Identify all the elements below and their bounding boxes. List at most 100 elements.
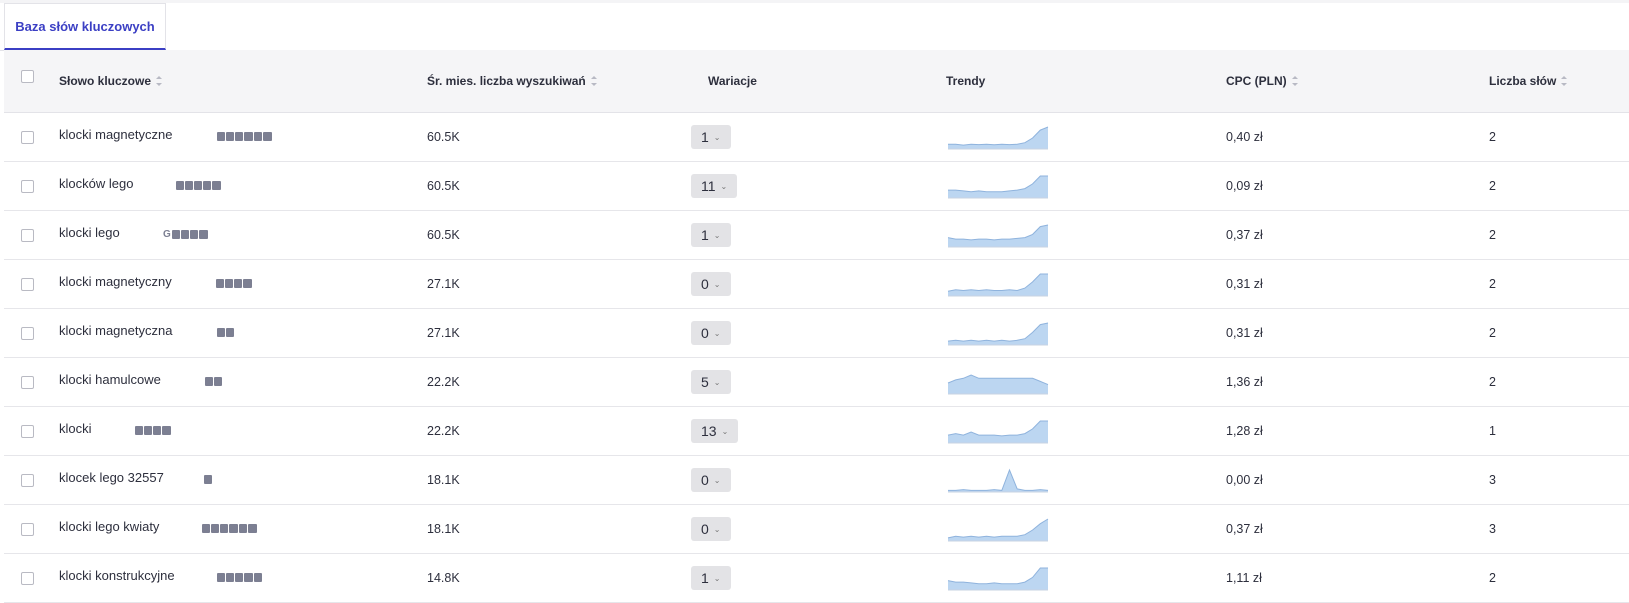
keyword-text[interactable]: klocki magnetyczny xyxy=(59,257,172,305)
variations-count: 0 xyxy=(701,521,709,537)
word-count-value: 1 xyxy=(1489,424,1496,438)
keyword-text[interactable]: klocek lego 32557 xyxy=(59,453,164,501)
table-row: klocki magnetyczny 27.1K 0 ⌄ 0,31 zł 2 xyxy=(4,260,1629,309)
chevron-down-icon: ⌄ xyxy=(721,426,729,436)
chevron-down-icon: ⌄ xyxy=(713,573,721,583)
cpc-value: 1,28 zł xyxy=(1226,424,1263,438)
volume-value: 27.1K xyxy=(427,326,460,340)
row-checkbox[interactable] xyxy=(21,327,34,340)
trend-sparkline xyxy=(947,322,1049,346)
row-checkbox[interactable] xyxy=(21,131,34,144)
table-row: klocki magnetyczne 60.5K 1 ⌄ 0,40 zł 2 xyxy=(4,113,1629,162)
chevron-down-icon: ⌄ xyxy=(713,279,721,289)
keyword-text[interactable]: klocki konstrukcyjne xyxy=(59,551,175,599)
cpc-value: 1,36 zł xyxy=(1226,375,1263,389)
serp-features xyxy=(217,112,272,160)
variations-dropdown[interactable]: 5 ⌄ xyxy=(691,370,731,394)
map-icon xyxy=(185,180,193,190)
variations-dropdown[interactable]: 11 ⌄ xyxy=(691,174,738,198)
variations-dropdown[interactable]: 0 ⌄ xyxy=(691,468,731,492)
keyword-text[interactable]: klocki lego xyxy=(59,208,120,256)
image-pack-icon xyxy=(176,180,184,190)
variations-count: 5 xyxy=(701,374,709,390)
image-pack-icon xyxy=(202,523,210,533)
keyword-text[interactable]: klocków lego xyxy=(59,159,133,207)
shopping-icon xyxy=(235,131,243,141)
volume-value: 27.1K xyxy=(427,277,460,291)
trend-area xyxy=(948,176,1048,198)
shopping-icon xyxy=(235,572,243,582)
select-all-checkbox[interactable] xyxy=(21,70,34,83)
col-keyword-label: Słowo kluczowe xyxy=(59,74,152,88)
variations-dropdown[interactable]: 13 ⌄ xyxy=(691,419,739,443)
word-count-value: 3 xyxy=(1489,473,1496,487)
variations-cell: 13 ⌄ xyxy=(691,407,739,455)
keyword-text[interactable]: klocki lego kwiaty xyxy=(59,502,159,550)
row-checkbox[interactable] xyxy=(21,572,34,585)
table-header: Słowo kluczowe Śr. mies. liczba wyszukiw… xyxy=(4,50,1629,113)
map-icon xyxy=(144,425,152,435)
image-pack-icon xyxy=(135,425,143,435)
variations-count: 0 xyxy=(701,276,709,292)
knowledge-icon xyxy=(243,278,252,288)
volume-value: 22.2K xyxy=(427,375,460,389)
ads-icon xyxy=(244,572,253,582)
variations-cell: 0 ⌄ xyxy=(691,260,731,308)
cpc-value: 1,11 zł xyxy=(1226,571,1262,585)
serp-features: G xyxy=(163,210,208,258)
trend-area xyxy=(948,568,1048,590)
variations-dropdown[interactable]: 1 ⌄ xyxy=(691,125,731,149)
image-pack-icon xyxy=(171,229,180,239)
row-checkbox[interactable] xyxy=(21,278,34,291)
sort-icon xyxy=(1561,76,1568,86)
volume-value: 60.5K xyxy=(427,130,460,144)
variations-dropdown[interactable]: 1 ⌄ xyxy=(691,566,731,590)
video-icon xyxy=(254,131,262,141)
table-row: klocków lego 60.5K 11 ⌄ 0,09 zł 2 xyxy=(4,162,1629,211)
trend-line xyxy=(948,468,1049,491)
col-volume-header[interactable]: Śr. mies. liczba wyszukiwań xyxy=(427,50,597,112)
col-keyword-header[interactable]: Słowo kluczowe xyxy=(59,50,163,112)
keyword-text[interactable]: klocki xyxy=(59,404,92,452)
table-row: klocki lego kwiaty 18.1K 0 ⌄ 0,37 zł 3 xyxy=(4,505,1629,554)
chevron-down-icon: ⌄ xyxy=(720,181,728,191)
map-icon xyxy=(214,376,222,386)
variations-dropdown[interactable]: 0 ⌄ xyxy=(691,321,731,345)
trend-sparkline xyxy=(947,420,1048,444)
serp-features xyxy=(135,406,171,454)
cpc-value: 0,00 zł xyxy=(1226,473,1263,487)
shopping-icon xyxy=(194,180,202,190)
keyword-text[interactable]: klocki magnetyczne xyxy=(59,110,172,158)
col-words-label: Liczba słów xyxy=(1489,74,1557,88)
row-checkbox[interactable] xyxy=(21,425,34,438)
cpc-value: 0,40 zł xyxy=(1226,130,1263,144)
variations-count: 0 xyxy=(701,325,709,341)
tab-bar: Baza słów kluczowych xyxy=(0,3,1629,51)
col-words-header[interactable]: Liczba słów xyxy=(1489,50,1568,112)
row-checkbox[interactable] xyxy=(21,180,34,193)
row-checkbox[interactable] xyxy=(21,376,34,389)
tab-keyword-database[interactable]: Baza słów kluczowych xyxy=(4,3,166,50)
variations-cell: 1 ⌄ xyxy=(691,554,731,602)
keyword-text[interactable]: klocki magnetyczna xyxy=(59,306,172,354)
shopping-icon xyxy=(189,229,198,239)
video-icon xyxy=(239,523,247,533)
variations-dropdown[interactable]: 1 ⌄ xyxy=(691,223,731,247)
trend-sparkline xyxy=(947,224,1049,248)
word-count-value: 2 xyxy=(1489,228,1496,242)
word-count-value: 2 xyxy=(1489,179,1496,193)
variations-count: 11 xyxy=(701,178,716,194)
row-checkbox[interactable] xyxy=(21,229,34,242)
sort-icon xyxy=(590,76,597,86)
table-row: klocek lego 32557 18.1K 0 ⌄ 0,00 zł 3 xyxy=(4,456,1629,505)
variations-dropdown[interactable]: 0 ⌄ xyxy=(691,272,731,296)
keyword-text[interactable]: klocki hamulcowe xyxy=(59,355,161,403)
row-checkbox[interactable] xyxy=(21,474,34,487)
col-cpc-label: CPC (PLN) xyxy=(1226,74,1287,88)
table-row: klocki hamulcowe 22.2K 5 ⌄ 1,36 zł 2 xyxy=(4,358,1629,407)
col-cpc-header[interactable]: CPC (PLN) xyxy=(1226,50,1298,112)
variations-count: 1 xyxy=(701,570,709,586)
variations-dropdown[interactable]: 0 ⌄ xyxy=(691,517,731,541)
trend-area xyxy=(948,274,1048,296)
row-checkbox[interactable] xyxy=(21,523,34,536)
